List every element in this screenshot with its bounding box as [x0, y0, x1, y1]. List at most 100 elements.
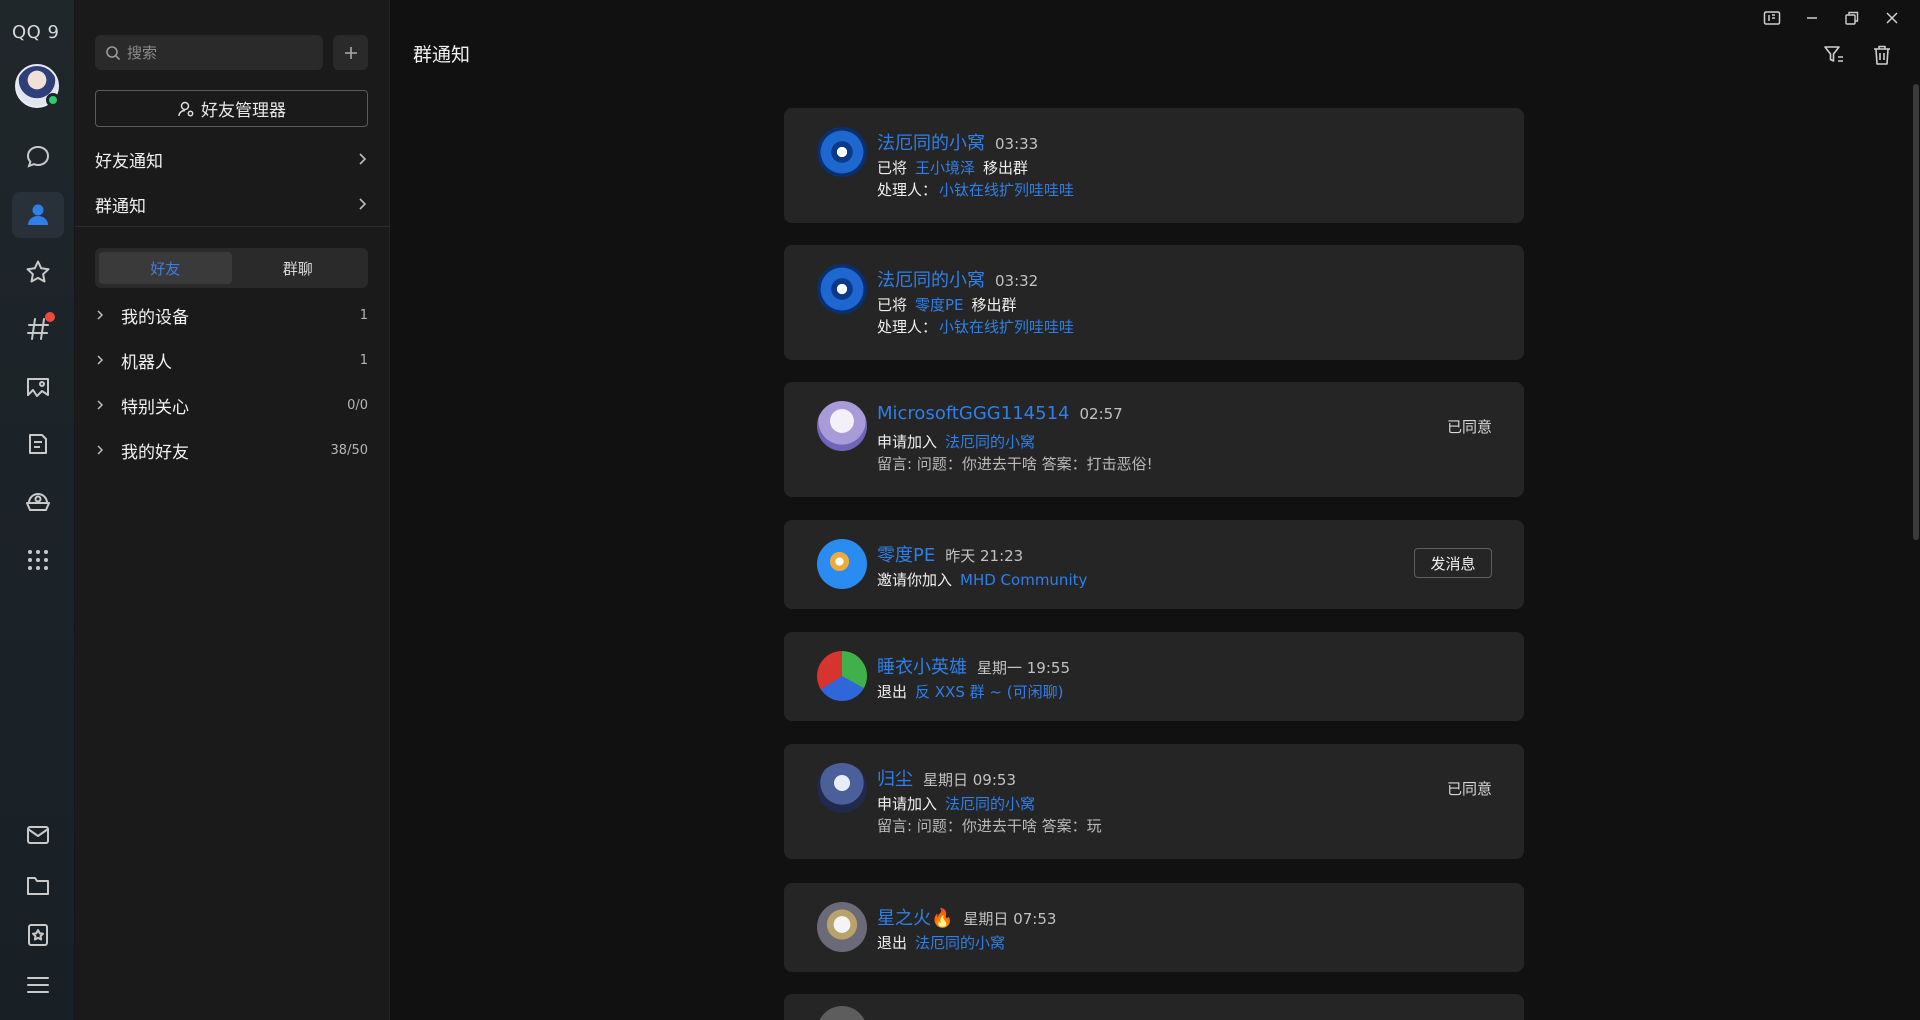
group-count: 1	[359, 352, 368, 368]
messages-nav-button[interactable]	[12, 134, 64, 180]
action-text: 已将	[877, 296, 908, 314]
filter-button[interactable]	[1820, 41, 1848, 69]
close-button[interactable]	[1872, 6, 1912, 30]
minimize-button[interactable]	[1792, 6, 1832, 30]
sender-avatar[interactable]	[817, 902, 867, 952]
target-user-link[interactable]: 王小境泽	[915, 159, 975, 177]
contacts-nav-button[interactable]	[12, 192, 64, 238]
mini-app-nav-button[interactable]	[12, 478, 64, 524]
sender-name[interactable]: 法厄同的小窝	[877, 129, 985, 155]
notice-time: 03:32	[995, 272, 1039, 290]
favorites-icon	[28, 924, 48, 946]
group-count: 0/0	[347, 397, 368, 413]
search-input[interactable]	[127, 43, 297, 62]
notice-card-partial	[784, 994, 1524, 1020]
contact-group-row[interactable]: 机器人 1	[95, 342, 368, 378]
notice-card: MicrosoftGGG114514 02:57 申请加入 法厄同的小窝 留言: …	[784, 382, 1524, 497]
group-name: 特别关心	[121, 397, 189, 418]
target-group-link[interactable]: 法厄同的小窝	[945, 433, 1035, 451]
action-text: 退出	[877, 683, 908, 701]
notice-card: 睡衣小英雄 星期一 19:55 退出反 XXS 群 ~ (可闲聊)	[784, 632, 1524, 721]
mail-icon	[27, 826, 49, 844]
collections-nav-button[interactable]	[12, 912, 64, 958]
join-message: 留言: 问题：你进去干啥 答案：打击恶俗!	[877, 455, 1153, 473]
search-icon	[106, 45, 121, 60]
photo-wall-nav-button[interactable]	[12, 364, 64, 410]
notes-icon	[29, 434, 47, 454]
notification-badge	[45, 312, 55, 322]
chevron-right-icon	[97, 355, 104, 365]
contacts-icon	[28, 204, 48, 225]
handler-link[interactable]: 小钛在线扩列哇哇哇	[939, 181, 1074, 199]
target-group-link[interactable]: 法厄同的小窝	[915, 934, 1005, 952]
group-name: 我的好友	[121, 442, 189, 463]
more-apps-nav-button[interactable]	[12, 537, 64, 583]
notice-time: 星期一 19:55	[977, 659, 1070, 677]
friend-notice-label: 好友通知	[95, 151, 163, 172]
mail-nav-button[interactable]	[12, 812, 64, 858]
sender-name[interactable]: 归尘	[877, 765, 913, 791]
group-count: 1	[359, 307, 368, 323]
contact-group-row[interactable]: 我的好友 38/50	[95, 432, 368, 468]
filter-icon	[1824, 46, 1843, 62]
sender-avatar[interactable]	[817, 264, 867, 314]
main-menu-button[interactable]	[12, 962, 64, 1008]
tab-groups[interactable]: 群聊	[232, 252, 365, 284]
search-box[interactable]	[95, 35, 323, 70]
tab-friends[interactable]: 好友	[99, 252, 232, 284]
online-status-dot	[46, 93, 60, 107]
group-notice-item[interactable]: 群通知	[95, 182, 368, 226]
target-user-link[interactable]: 零度PE	[915, 296, 964, 314]
notice-time: 昨天 21:23	[945, 547, 1024, 565]
sender-name[interactable]: 法厄同的小窝	[877, 266, 985, 292]
status-label: 已同意	[1446, 418, 1492, 436]
sender-name[interactable]: 星之火🔥	[877, 904, 953, 930]
restore-icon	[1845, 11, 1859, 25]
chevron-right-icon	[359, 153, 367, 165]
scrollbar-thumb[interactable]	[1913, 84, 1919, 540]
notice-action: 申请加入 法厄同的小窝	[877, 793, 1035, 814]
group-notice-label: 群通知	[95, 196, 146, 217]
restore-button[interactable]	[1832, 6, 1872, 30]
target-group-link[interactable]: MHD Community	[960, 571, 1087, 589]
friend-notice-item[interactable]: 好友通知	[95, 137, 368, 181]
target-group-link[interactable]: 法厄同的小窝	[945, 795, 1035, 813]
sender-avatar[interactable]	[817, 1006, 867, 1020]
scrollbar[interactable]	[1912, 84, 1920, 1020]
favorites-nav-button[interactable]	[12, 249, 64, 295]
contacts-panel: 好友管理器 好友通知 群通知 好友 群聊 我的设备 1 机器人 1 特别关心	[75, 0, 390, 1020]
sender-avatar[interactable]	[817, 401, 867, 451]
friend-manager-button[interactable]: 好友管理器	[95, 90, 368, 127]
notes-nav-button[interactable]	[12, 421, 64, 467]
sender-avatar[interactable]	[817, 763, 867, 813]
user-avatar[interactable]	[15, 64, 60, 108]
notice-time: 03:33	[995, 135, 1039, 153]
files-nav-button[interactable]	[12, 862, 64, 908]
action-text: 申请加入	[877, 433, 938, 451]
sender-avatar[interactable]	[817, 651, 867, 701]
clear-notices-button[interactable]	[1868, 41, 1896, 69]
contact-group-row[interactable]: 特别关心 0/0	[95, 387, 368, 423]
sender-name[interactable]: 睡衣小英雄	[877, 653, 967, 679]
notice-action: 已将 零度PE 移出群	[877, 294, 1017, 315]
star-icon	[26, 260, 50, 283]
notice-card: 星之火🔥 星期日 07:53 退出 法厄同的小窝	[784, 883, 1524, 972]
sender-name[interactable]: 零度PE	[877, 541, 935, 567]
trash-icon	[1874, 45, 1890, 65]
chat-bubble-icon	[26, 145, 50, 168]
channel-nav-button[interactable]	[12, 306, 64, 352]
window-controls	[1752, 6, 1912, 30]
target-group-link[interactable]: 反 XXS 群 ~ (可闲聊)	[915, 683, 1063, 701]
sender-avatar[interactable]	[817, 539, 867, 589]
action-text: 申请加入	[877, 795, 938, 813]
status-label: 已同意	[1446, 780, 1492, 798]
sender-name[interactable]: MicrosoftGGG114514	[877, 403, 1069, 424]
contact-group-row[interactable]: 我的设备 1	[95, 297, 368, 333]
handler-link[interactable]: 小钛在线扩列哇哇哇	[939, 318, 1074, 336]
sender-avatar[interactable]	[817, 127, 867, 177]
qq-window: QQ 9 搜索 好友管理器 好友通知 群通知 好友 群聊 我的设备 1 机器人 …	[0, 0, 1920, 1020]
send-message-button[interactable]: 发消息	[1414, 548, 1492, 578]
add-button[interactable]	[333, 35, 368, 70]
friend-manager-label: 好友管理器	[201, 101, 286, 121]
feedback-button[interactable]	[1752, 6, 1792, 30]
